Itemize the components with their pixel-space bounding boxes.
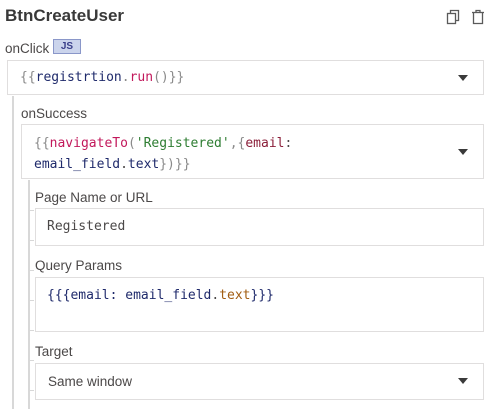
delete-icon[interactable] (471, 9, 484, 25)
tree-line-outer (12, 96, 14, 409)
tree-tick (29, 390, 34, 391)
tree-tick (29, 300, 34, 301)
onsuccess-label: onSuccess (21, 106, 88, 121)
tree-tick (29, 240, 34, 241)
code-value-prop: text (219, 288, 251, 303)
query-params-code: {{{email: email_field.text}}} (47, 288, 274, 303)
tree-tick (29, 330, 34, 331)
code-parens: () (153, 70, 169, 85)
tree-tick (29, 210, 34, 211)
code-query-name: registrtion (35, 70, 122, 85)
onclick-action-dropdown[interactable]: {{registrtion.run()}} (7, 60, 484, 95)
code-value-ident: email_field (34, 157, 121, 172)
target-select[interactable]: Same window (35, 363, 484, 400)
query-params-input[interactable]: {{{email: email_field.text}}} (35, 277, 484, 332)
page-name-label: Page Name or URL (35, 190, 153, 205)
code-open-brace: {{{ (47, 288, 71, 303)
chevron-down-icon[interactable] (458, 378, 468, 384)
tree-tick (29, 270, 34, 271)
code-paren: ( (127, 136, 136, 151)
chevron-down-icon[interactable] (458, 75, 468, 81)
code-close-brace: }}} (250, 288, 274, 303)
code-string: 'Registered' (135, 136, 230, 151)
code-close: })}} (159, 157, 191, 172)
code-value-prop: text (127, 157, 160, 172)
code-key: email (245, 136, 285, 151)
code-function: navigateTo (49, 136, 128, 151)
js-toggle-badge[interactable]: JS (53, 39, 81, 54)
code-dot: . (120, 157, 128, 172)
onclick-label: onClick (5, 41, 50, 56)
panel-title: BtnCreateUser (5, 6, 125, 25)
page-name-input[interactable]: Registered (35, 208, 484, 246)
query-params-label: Query Params (35, 258, 123, 273)
page-name-value: Registered (47, 219, 126, 234)
copy-icon[interactable] (446, 9, 460, 25)
target-label: Target (35, 344, 73, 359)
code-open-brace: {{ (20, 70, 36, 85)
onsuccess-action-dropdown[interactable]: {{navigateTo('Registered',{email: email_f… (21, 124, 484, 179)
onclick-code: {{registrtion.run()}} (20, 70, 184, 85)
code-colon: : (284, 136, 293, 151)
code-key: email: (70, 288, 118, 303)
target-value: Same window (48, 374, 133, 389)
chevron-down-icon[interactable] (458, 149, 468, 155)
code-method: run (129, 70, 154, 85)
code-comma-brace: ,{ (229, 136, 246, 151)
onsuccess-code: {{navigateTo('Registered',{email: email_f… (34, 133, 334, 175)
code-open-brace: {{ (34, 136, 50, 151)
code-close-brace: }} (168, 70, 185, 85)
tree-tick (29, 360, 34, 361)
code-dot: . (121, 70, 130, 85)
code-value-ident: email_field (125, 288, 212, 303)
tree-line-inner (28, 180, 30, 409)
